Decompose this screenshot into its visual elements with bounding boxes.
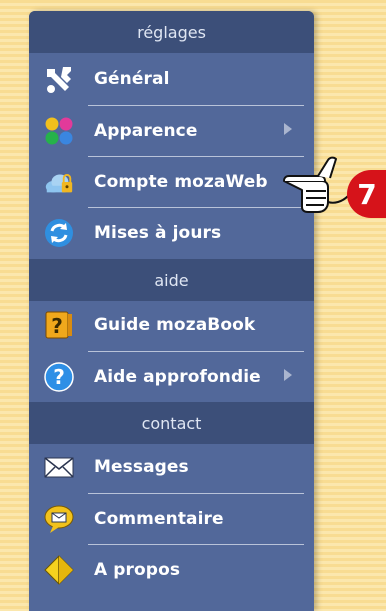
refresh-icon xyxy=(43,217,75,249)
color-dots-icon xyxy=(43,115,75,147)
speech-bubble-icon xyxy=(43,503,75,535)
menu-item-advanced-help[interactable]: ? Aide approfondie xyxy=(29,352,314,402)
menu-item-advanced-help-label: Aide approfondie xyxy=(94,367,261,387)
menu-item-messages-label: Messages xyxy=(94,457,189,477)
menu-item-account-label: Compte mozaWeb xyxy=(94,172,268,192)
section-title-contact: contact xyxy=(141,413,202,433)
step-number-badge: 7 xyxy=(347,170,386,218)
menu-item-feedback[interactable]: Commentaire xyxy=(29,494,314,544)
envelope-icon xyxy=(43,451,75,483)
menu-item-about-label: A propos xyxy=(94,560,181,580)
menu-item-guide[interactable]: ? Guide mozaBook xyxy=(29,300,314,350)
section-header-contact: contact xyxy=(29,402,314,444)
submenu-arrow-icon xyxy=(284,369,292,381)
menu-item-feedback-label: Commentaire xyxy=(94,509,224,529)
menu-item-general-label: Général xyxy=(94,69,170,89)
menu-item-guide-label: Guide mozaBook xyxy=(94,315,256,335)
svg-text:?: ? xyxy=(51,314,63,338)
submenu-arrow-icon xyxy=(284,123,292,135)
menu-item-general[interactable]: Général xyxy=(29,54,314,104)
section-header-help: aide xyxy=(29,259,314,301)
section-title-help: aide xyxy=(154,270,189,290)
menu-item-appearance[interactable]: Apparence xyxy=(29,106,314,156)
menu-item-messages[interactable]: Messages xyxy=(29,442,314,492)
menu-item-updates[interactable]: Mises à jours xyxy=(29,208,314,258)
about-diamond-icon xyxy=(43,554,75,586)
settings-menu: réglages Général Apparence Compte mozaWe… xyxy=(29,11,314,611)
section-header-settings: réglages xyxy=(29,11,314,53)
menu-item-account[interactable]: Compte mozaWeb xyxy=(29,157,314,207)
tools-icon xyxy=(43,63,75,95)
step-number: 7 xyxy=(357,177,377,211)
help-icon: ? xyxy=(43,361,75,393)
section-title-settings: réglages xyxy=(137,22,206,42)
menu-item-appearance-label: Apparence xyxy=(94,121,198,141)
svg-text:?: ? xyxy=(53,365,65,389)
menu-item-updates-label: Mises à jours xyxy=(94,223,222,243)
cloud-lock-icon xyxy=(43,166,75,198)
guide-book-icon: ? xyxy=(43,309,75,341)
pointing-hand-icon xyxy=(282,150,352,224)
